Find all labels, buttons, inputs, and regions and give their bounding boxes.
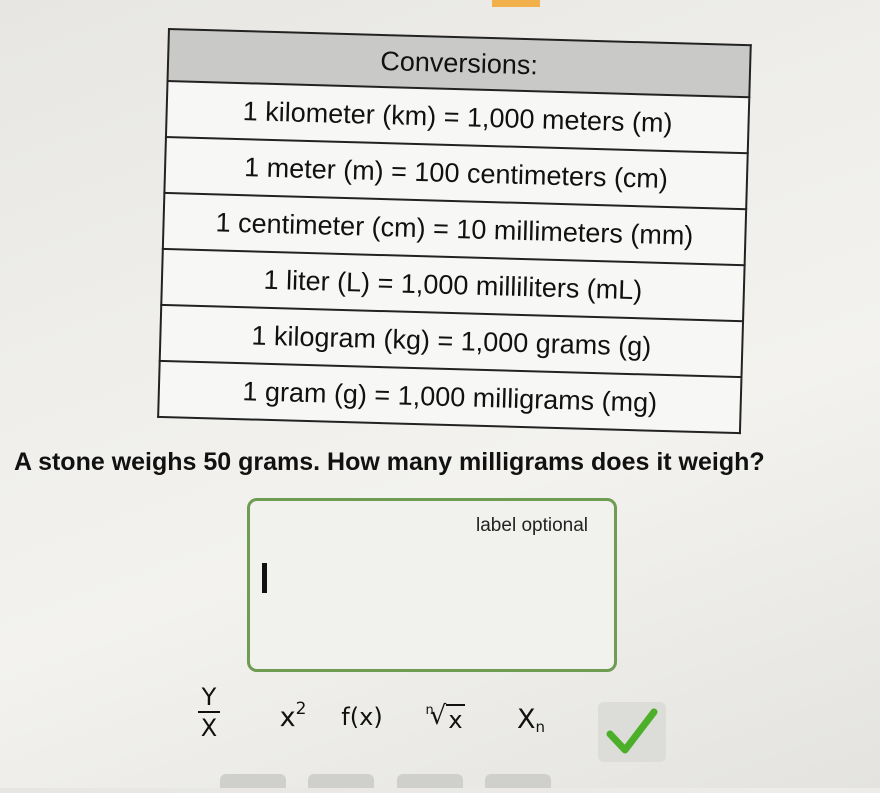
- nth-root-icon: n √ x: [425, 701, 465, 734]
- fraction-icon: Y X: [197, 685, 221, 742]
- question-text: A stone weighs 50 grams. How many millig…: [14, 448, 765, 476]
- conversions-table: Conversions: 1 kilometer (km) = 1,000 me…: [157, 28, 752, 435]
- checkmark-icon: [606, 708, 658, 754]
- root-index: n: [425, 702, 434, 718]
- root-radicand: x: [446, 703, 465, 734]
- lower-tool-button[interactable]: [485, 774, 552, 788]
- page-tab-marker: [492, 0, 540, 7]
- lower-tool-button[interactable]: [308, 774, 375, 788]
- lower-tool-button[interactable]: [396, 774, 463, 788]
- fraction-numerator: Y: [197, 685, 221, 713]
- nth-root-button[interactable]: n √ x: [414, 694, 476, 740]
- math-toolbar: Y X x 2 f(x) n √ x X n: [170, 672, 690, 772]
- subscript-index: n: [535, 718, 545, 736]
- answer-input[interactable]: label optional: [247, 498, 617, 672]
- power-base: x: [279, 701, 296, 733]
- lower-tool-button[interactable]: [220, 774, 286, 788]
- subscript-base: X: [516, 703, 536, 735]
- lower-toolbar-row: [220, 774, 640, 788]
- text-cursor: [262, 563, 267, 593]
- function-button[interactable]: f(x): [332, 694, 392, 740]
- power-button[interactable]: x 2: [266, 692, 320, 742]
- subscript-button[interactable]: X n: [506, 694, 556, 744]
- fraction-denominator: X: [200, 713, 218, 742]
- power-exponent: 2: [295, 699, 307, 719]
- label-optional-field[interactable]: label optional: [476, 515, 588, 537]
- fraction-button[interactable]: Y X: [184, 680, 234, 744]
- submit-check-button[interactable]: [598, 702, 666, 762]
- function-label: f(x): [341, 703, 383, 731]
